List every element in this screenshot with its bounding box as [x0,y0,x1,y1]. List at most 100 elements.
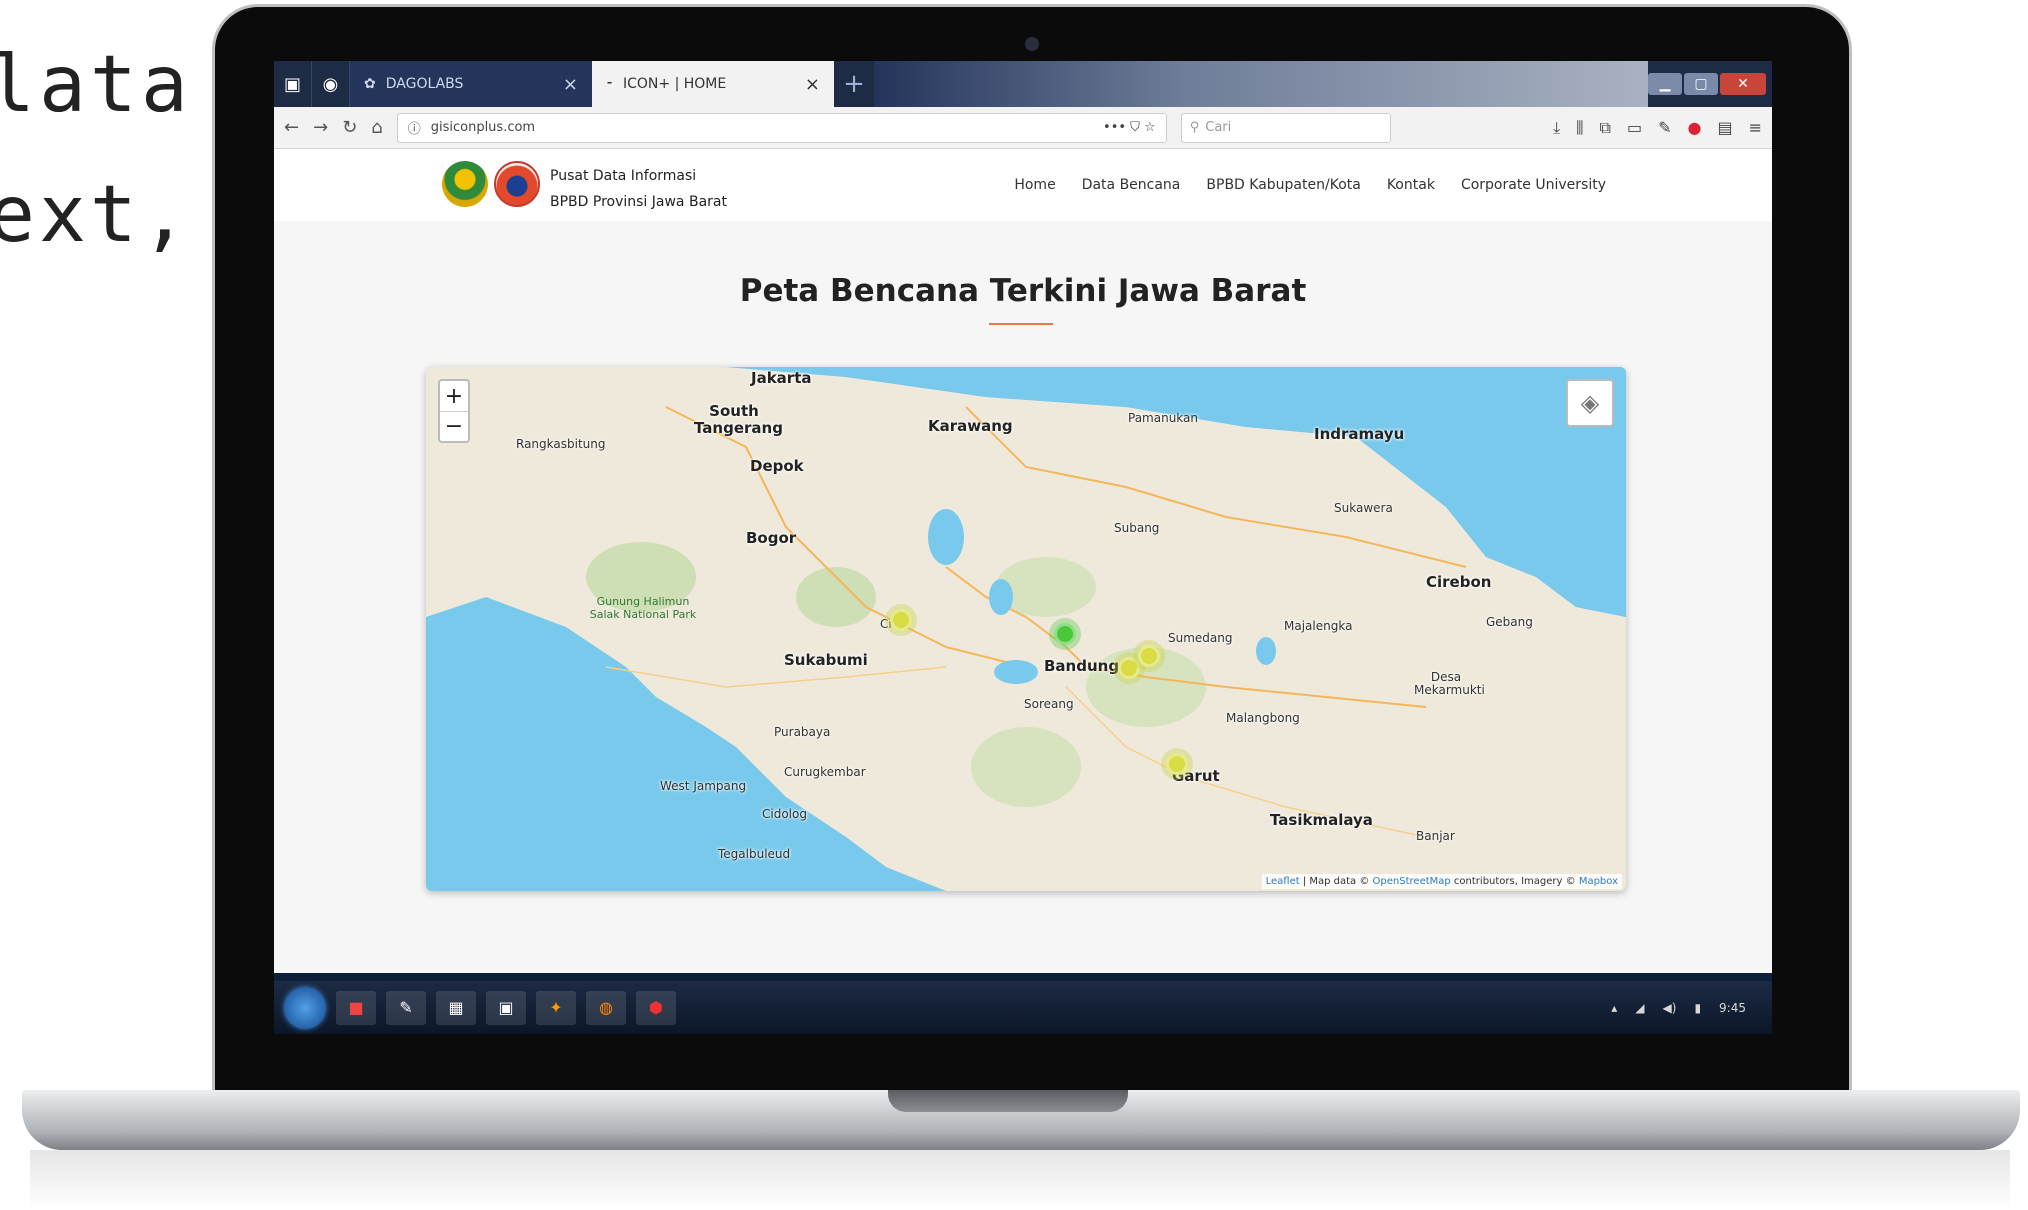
url-text: gisiconplus.com [430,120,536,135]
menu-bpbd-kabupaten-kota[interactable]: BPBD Kabupaten/Kota [1206,177,1360,193]
map-label-town: Gebang [1486,615,1533,629]
download-icon[interactable]: ⤓ [1553,118,1560,138]
layers-icon[interactable]: ◈ [1566,379,1614,427]
zoom-in-button[interactable]: + [440,381,468,411]
system-tray: ▴ ◢ ◀) ▮ 9:45 [1611,1001,1762,1015]
taskbar-app-icon[interactable]: ▣ [486,990,526,1025]
tab-title: ICON+ | HOME [623,76,727,92]
close-window-icon[interactable]: ✕ [1720,73,1766,95]
disaster-marker[interactable] [890,609,912,631]
webcam-icon [1025,37,1039,51]
disaster-marker[interactable] [1054,623,1076,645]
search-input[interactable]: ⚲ Cari [1180,112,1391,143]
screenshot-icon[interactable]: ▭ [1627,118,1642,138]
maximize-icon[interactable]: ▢ [1684,73,1718,95]
back-icon[interactable]: ← [284,117,299,138]
tab-dagolabs[interactable]: ✿ DAGOLABS × [350,61,592,107]
search-icon: ⚲ [1189,120,1200,135]
pinned-tab-icon-2[interactable]: ◉ [312,61,350,107]
disaster-marker[interactable] [1138,645,1160,667]
tab-bar-spacer [874,61,1648,107]
toolbar-icons: ⤓ ⫼ ⧉ ▭ ✎ ● ▤ ≡ [1553,118,1762,138]
browser-nav-bar: ← → ↻ ⌂ ⓘ gisiconplus.com ••• ⛉ ☆ ⚲ Cari… [274,107,1772,149]
map-label-city: Karawang [928,417,1013,435]
tab-icon-home[interactable]: ⁃ ICON+ | HOME × [592,61,834,107]
site-logos [442,161,540,207]
map-label-town: Sukawera [1334,501,1393,515]
map-label-city: Jakarta [751,369,812,387]
map-label-town: Rangkasbitung [516,437,606,451]
volume-icon[interactable]: ◀) [1663,1001,1677,1015]
leaflet-link[interactable]: Leaflet [1266,876,1300,887]
map-label-town: West Jampang [660,779,747,793]
tab-favicon-icon: ⁃ [606,76,613,92]
reload-icon[interactable]: ↻ [342,117,357,138]
signal-icon[interactable]: ◢ [1635,1001,1644,1015]
page-title: Peta Bencana Terkini Jawa Barat [739,273,1307,309]
laptop-lid: ▣ ◉ ✿ DAGOLABS × ⁃ ICON+ | HOME × + ▁ ▢ … [212,4,1852,1094]
map-label-town: Tegalbuleud [718,847,791,861]
address-bar[interactable]: ⓘ gisiconplus.com ••• ⛉ ☆ [396,112,1167,143]
map-label-town: Banjar [1416,829,1455,843]
taskbar-app-icon[interactable]: ■ [336,990,376,1025]
map-background [426,367,1626,891]
map-label-city: Sukabumi [784,651,868,669]
menu-corporate-university[interactable]: Corporate University [1461,177,1606,193]
menu-data-bencana[interactable]: Data Bencana [1082,177,1181,193]
map-label-city: Tasikmalaya [1270,811,1373,829]
pen-icon[interactable]: ✎ [1658,118,1671,138]
pinned-tab-icon[interactable]: ▣ [274,61,312,107]
tray-arrow-icon[interactable]: ▴ [1611,1001,1617,1015]
network-icon[interactable]: ▮ [1694,1001,1701,1015]
map-label-town: Soreang [1024,697,1074,711]
mapbox-link[interactable]: Mapbox [1579,876,1618,887]
taskbar-app-icon[interactable]: ▦ [436,990,476,1025]
search-placeholder: Cari [1205,120,1232,135]
menu-kontak[interactable]: Kontak [1387,177,1435,193]
title-underline [989,323,1053,325]
addon-icon[interactable]: ● [1688,118,1702,138]
windows-taskbar: ■ ✎ ▦ ▣ ✦ ◍ ⬢ ▴ ◢ ◀) ▮ 9:45 [274,981,1772,1034]
map-label-town: Desa Mekarmukti [1414,670,1485,697]
zoom-control: + − [438,379,470,443]
map-label-city: Indramayu [1314,425,1405,443]
taskbar-app-icon[interactable]: ✦ [536,990,576,1025]
close-tab-icon[interactable]: × [805,74,820,95]
map-label-city: Bogor [746,529,797,547]
background-text-line1: lata [0,40,192,130]
disaster-map[interactable]: + − ◈ Jakarta South Tangerang Depok Bogo… [426,367,1626,891]
tab-title: DAGOLABS [385,76,464,92]
page-actions-icon[interactable]: ••• ⛉ ☆ [1103,120,1156,135]
menu-icon[interactable]: ≡ [1749,118,1762,138]
org-line1: Pusat Data Informasi [550,168,697,184]
map-label-city: South Tangerang [694,402,783,437]
map-attribution: Leaflet | Map data © OpenStreetMap contr… [1261,874,1622,889]
new-tab-button[interactable]: + [834,61,874,107]
map-label-town: Majalengka [1284,619,1353,633]
map-label-town: Subang [1114,521,1160,535]
document-icon[interactable]: ▤ [1717,118,1732,138]
site-header: Pusat Data Informasi BPBD Provinsi Jawa … [274,149,1772,221]
org-line2: BPBD Provinsi Jawa Barat [550,194,727,210]
library-icon[interactable]: ⫼ [1576,118,1583,138]
zoom-out-button[interactable]: − [440,411,468,441]
close-tab-icon[interactable]: × [563,74,578,95]
disaster-marker[interactable] [1166,753,1188,775]
clock[interactable]: 9:45 [1719,1001,1746,1015]
osm-link[interactable]: OpenStreetMap [1373,876,1451,887]
map-label-town: Pamanukan [1128,411,1199,425]
firefox-taskbar-icon[interactable]: ◍ [586,990,626,1025]
start-button[interactable] [284,986,326,1029]
forward-icon[interactable]: → [313,117,328,138]
taskbar-app-icon[interactable]: ✎ [386,990,426,1025]
map-label-town: Curugkembar [784,765,866,779]
disaster-marker[interactable] [1118,657,1140,679]
pdf-taskbar-icon[interactable]: ⬢ [636,990,676,1025]
menu-home[interactable]: Home [1014,177,1055,193]
home-icon[interactable]: ⌂ [371,117,382,138]
main-menu: Home Data Bencana BPBD Kabupaten/Kota Ko… [1014,149,1606,221]
extension-icon[interactable]: ⧉ [1600,118,1611,138]
site-info-icon[interactable]: ⓘ [408,118,421,137]
map-label-city: Depok [750,457,804,475]
minimize-icon[interactable]: ▁ [1648,73,1682,95]
